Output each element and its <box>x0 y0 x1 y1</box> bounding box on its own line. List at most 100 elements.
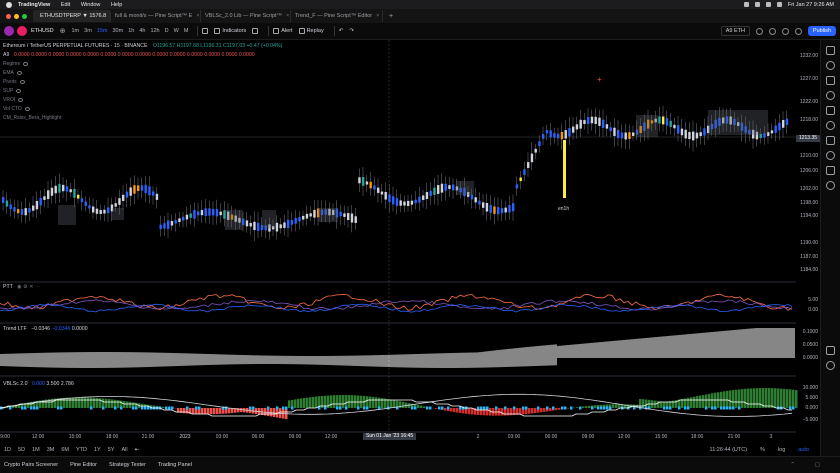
menu-help[interactable]: Help <box>111 2 122 8</box>
range-1y[interactable]: 1Y <box>94 447 101 453</box>
interval-12h[interactable]: 12h <box>150 28 159 34</box>
search-icon[interactable] <box>755 27 763 35</box>
battery-icon[interactable] <box>754 2 760 7</box>
close-tab-icon[interactable]: × <box>196 13 199 19</box>
apple-icon[interactable] <box>6 1 12 8</box>
indicator-vroi[interactable]: VROI <box>3 97 24 103</box>
news-icon[interactable] <box>826 121 835 130</box>
ptt-pane-label[interactable]: PTT ◉ ⚙ ✕ ⋯ <box>3 284 40 290</box>
new-tab-button[interactable]: + <box>383 13 399 20</box>
tab-pine-editor-2[interactable]: VBLSc_2.0 Lib — Pine Script™ × <box>201 10 291 22</box>
streams-icon[interactable] <box>826 166 835 175</box>
range-ytd[interactable]: YTD <box>76 447 87 453</box>
eye-icon[interactable]: ◉ ⚙ ✕ ⋯ <box>17 284 40 290</box>
chart-type-button[interactable] <box>202 28 209 34</box>
time-axis[interactable]: 9:00 12:00 15:00 18:00 21:00 2023 03:00 … <box>0 432 796 442</box>
help-icon[interactable] <box>826 346 835 355</box>
indicator-vol-cto[interactable]: Vol CTO <box>3 106 30 112</box>
close-tab-icon[interactable]: × <box>286 13 289 19</box>
minimize-window-icon[interactable] <box>14 13 19 19</box>
interval-w[interactable]: W <box>174 28 179 34</box>
collapse-panel-icon[interactable]: ⌃ <box>790 462 795 468</box>
menu-clock[interactable]: Fri Jan 27 9:26 AM <box>788 2 834 8</box>
publish-button[interactable]: Publish <box>807 26 836 36</box>
settings-icon[interactable] <box>768 27 776 35</box>
indicator-pivots[interactable]: Pivots <box>3 79 25 85</box>
interval-d[interactable]: D <box>165 28 169 34</box>
tab-trading-panel[interactable]: Trading Panel <box>158 462 192 468</box>
hotlist-icon[interactable] <box>826 91 835 100</box>
layers-icon[interactable] <box>826 361 835 370</box>
tradingview-logo-icon[interactable] <box>4 26 14 36</box>
tab-strategy-tester[interactable]: Strategy Tester <box>109 462 146 468</box>
eye-icon[interactable] <box>19 80 25 84</box>
camera-icon[interactable] <box>794 27 802 35</box>
indicator-sup[interactable]: SUP <box>3 88 22 94</box>
range-3m[interactable]: 3M <box>47 447 55 453</box>
data-window-icon[interactable] <box>826 76 835 85</box>
chart-area[interactable]: + Ethereum / TetherUS PERPETUAL FUTURES … <box>0 40 820 443</box>
menu-window[interactable]: Window <box>81 2 101 8</box>
range-all[interactable]: All <box>121 447 127 453</box>
tab-pine-editor-1[interactable]: full & monit/s — Pine Script™ E × <box>111 10 201 22</box>
search-icon[interactable] <box>776 2 782 7</box>
avatar[interactable] <box>17 26 27 36</box>
tab-chart[interactable]: ETHUSDTPERP ▼ 1576.8 × <box>33 10 111 22</box>
auto-toggle[interactable]: auto <box>798 447 809 453</box>
tab-crypto-screener[interactable]: Crypto Pairs Screener <box>4 462 58 468</box>
goto-date-icon[interactable]: ⇤ <box>135 447 140 453</box>
vbls-pane-label[interactable]: VBLSc 2.0 0.000 3.500 2.786 <box>3 381 74 387</box>
interval-15m[interactable]: 15m <box>97 28 108 34</box>
tab-pine-editor-3[interactable]: Trend_F — Pine Script™ Editor × <box>291 10 383 22</box>
utc-clock[interactable]: 11:26:44 (UTC) <box>710 447 748 453</box>
replay-button[interactable]: Replay <box>298 28 324 34</box>
ideas-icon[interactable] <box>826 136 835 145</box>
interval-m[interactable]: M <box>184 28 189 34</box>
interval-3m[interactable]: 3m <box>84 28 92 34</box>
range-1m[interactable]: 1M <box>32 447 40 453</box>
redo-button[interactable]: ↷ <box>349 28 354 34</box>
indicator-regime[interactable]: Regime <box>3 61 29 67</box>
interval-1m[interactable]: 1m <box>72 28 80 34</box>
interval-1h[interactable]: 1h <box>128 28 134 34</box>
wifi-icon[interactable] <box>765 2 771 7</box>
status-icon[interactable] <box>743 2 749 7</box>
range-6m[interactable]: 6M <box>61 447 69 453</box>
alert-button[interactable]: Alert <box>273 28 293 34</box>
eye-icon[interactable] <box>23 62 29 66</box>
percent-toggle[interactable]: % <box>760 447 765 453</box>
indicator-ema[interactable]: EMA <box>3 70 22 76</box>
range-1d[interactable]: 1D <box>4 447 11 453</box>
indicator-cm-rsi[interactable]: CM_Rsiss_Bera_Highlight <box>3 115 61 121</box>
close-window-icon[interactable] <box>6 13 11 19</box>
trend-pane-label[interactable]: Trend LTF −0.0346 −0.0346 0.0000 <box>3 326 88 332</box>
chat-icon[interactable] <box>826 151 835 160</box>
tab-pine-editor[interactable]: Pine Editor <box>70 462 97 468</box>
menu-app[interactable]: TradingView <box>18 2 50 8</box>
calendar-icon[interactable] <box>826 106 835 115</box>
fullscreen-icon[interactable] <box>781 27 789 35</box>
templates-button[interactable] <box>252 28 259 34</box>
interval-4h[interactable]: 4h <box>139 28 145 34</box>
eye-icon[interactable] <box>16 89 22 93</box>
price-axis[interactable]: 1232.00 1227.00 1222.00 1218.00 1210.00 … <box>796 40 820 443</box>
chart-canvas[interactable]: + <box>0 40 820 443</box>
eye-icon[interactable] <box>18 98 24 102</box>
range-5y[interactable]: 5Y <box>108 447 115 453</box>
eye-icon[interactable] <box>16 71 22 75</box>
layout-selector[interactable]: A9 ETH <box>720 26 750 36</box>
notifications-icon[interactable] <box>826 181 835 190</box>
interval-30m[interactable]: 30m <box>112 28 123 34</box>
alerts-icon[interactable] <box>826 61 835 70</box>
maximize-window-icon[interactable] <box>22 13 27 19</box>
maximize-panel-icon[interactable]: ▢ <box>815 462 820 468</box>
close-tab-icon[interactable]: × <box>376 13 379 19</box>
range-5d[interactable]: 5D <box>18 447 25 453</box>
symbol-search[interactable]: ETHUSD <box>31 28 54 34</box>
undo-button[interactable]: ↶ <box>339 28 344 34</box>
menu-edit[interactable]: Edit <box>61 2 70 8</box>
indicators-button[interactable]: Indicators <box>214 28 246 34</box>
log-toggle[interactable]: log <box>778 447 785 453</box>
compare-symbol-button[interactable]: ⊕ <box>60 27 66 35</box>
watchlist-icon[interactable] <box>826 46 835 55</box>
